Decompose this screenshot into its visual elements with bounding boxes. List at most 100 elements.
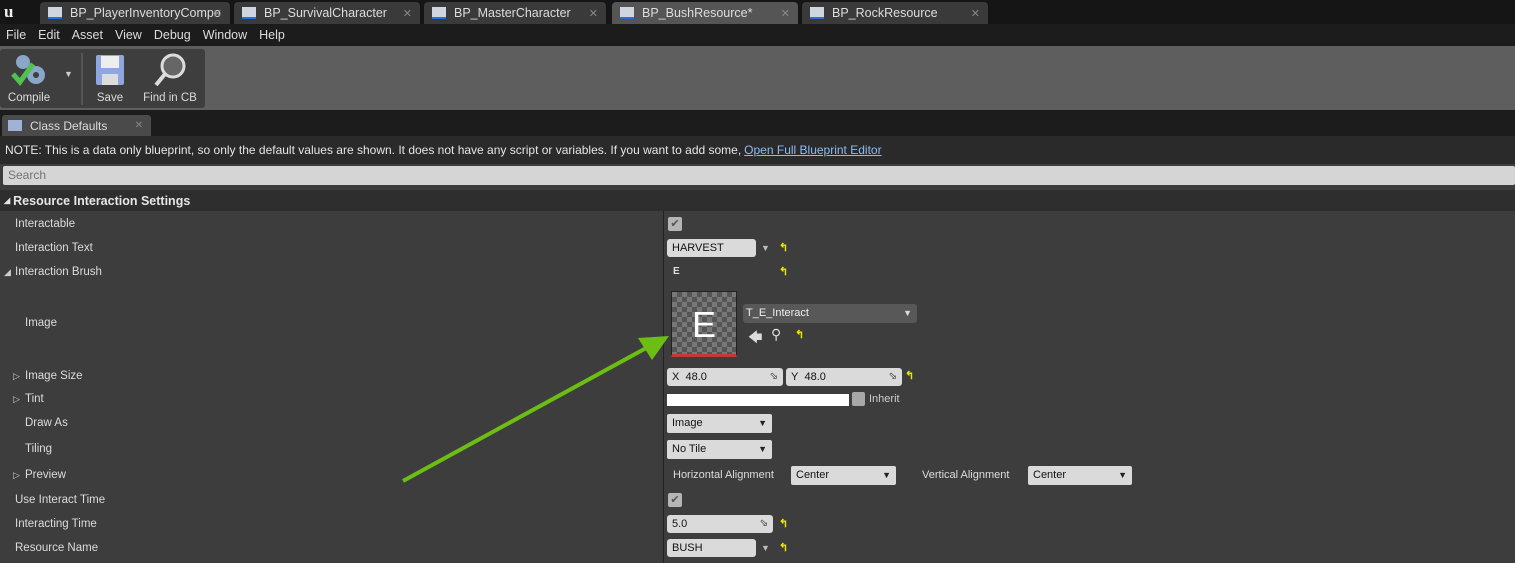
menu-view[interactable]: View <box>109 28 148 42</box>
chevron-down-icon: ▼ <box>903 308 912 318</box>
tint-color-swatch[interactable] <box>667 394 849 406</box>
toolbar-divider <box>81 53 83 105</box>
open-full-blueprint-editor-link[interactable]: Open Full Blueprint Editor <box>744 143 881 157</box>
close-icon[interactable]: ✕ <box>589 7 598 20</box>
save-button[interactable]: Save <box>88 49 132 108</box>
blueprint-icon <box>242 7 256 19</box>
reset-to-default-icon[interactable]: ↰ <box>905 369 914 382</box>
tab-label: BP_MasterCharacter <box>454 6 571 20</box>
menu-asset[interactable]: Asset <box>66 28 109 42</box>
draw-as-dropdown[interactable]: Image ▼ <box>667 414 772 433</box>
tiling-value: No Tile <box>672 443 707 455</box>
browse-magnifier-icon[interactable]: ⚲ <box>771 326 781 343</box>
category-label: Resource Interaction Settings <box>13 193 191 208</box>
menu-edit[interactable]: Edit <box>32 28 66 42</box>
note-text: NOTE: This is a data only blueprint, so … <box>5 143 742 157</box>
find-label: Find in CB <box>143 92 197 104</box>
toolbar-group: Compile ▼ Save Find in CB <box>0 49 205 108</box>
horizontal-alignment-dropdown[interactable]: Center ▼ <box>791 466 896 485</box>
menu-debug[interactable]: Debug <box>148 28 197 42</box>
reset-to-default-icon[interactable]: ↰ <box>779 541 788 554</box>
image-size-y-field[interactable]: Y 48.0 ⬂ <box>786 368 902 386</box>
interacting-time-value: 5.0 <box>672 518 688 530</box>
tab-bp-playerinventory[interactable]: BP_PlayerInventoryCompo ✕ <box>40 2 230 24</box>
class-defaults-icon <box>8 120 22 131</box>
interactable-checkbox[interactable]: ✔ <box>668 217 682 231</box>
interaction-text-field[interactable]: HARVEST <box>667 239 756 257</box>
reset-to-default-icon[interactable]: ↰ <box>779 241 788 254</box>
tab-label: BP_SurvivalCharacter <box>264 6 387 20</box>
category-header[interactable]: ◢ Resource Interaction Settings <box>0 190 1515 211</box>
tab-label: Class Defaults <box>30 118 108 133</box>
vertical-alignment-value: Center <box>1033 469 1067 481</box>
close-icon[interactable]: ✕ <box>213 7 222 20</box>
vertical-alignment-dropdown[interactable]: Center ▼ <box>1028 466 1132 485</box>
interacting-time-label: Interacting Time <box>15 518 97 530</box>
tiling-label: Tiling <box>25 443 53 455</box>
close-icon[interactable]: ✕ <box>781 7 790 20</box>
expand-triangle-icon[interactable]: ▷ <box>13 394 20 405</box>
horizontal-alignment-label: Horizontal Alignment <box>673 469 774 481</box>
compile-button[interactable]: Compile <box>0 49 58 108</box>
drag-resize-icon: ⬂ <box>769 371 778 382</box>
interaction-text-label: Interaction Text <box>15 242 93 254</box>
menu-window[interactable]: Window <box>197 28 253 42</box>
interacting-time-field[interactable]: 5.0 ⬂ <box>667 515 773 533</box>
expand-triangle-icon[interactable]: ▷ <box>13 371 20 382</box>
close-icon[interactable]: ✕ <box>971 7 980 20</box>
resource-name-field[interactable]: BUSH <box>667 539 756 557</box>
asset-picker-combo[interactable]: T_E_Interact ▼ <box>743 304 917 323</box>
reset-to-default-icon[interactable]: ↰ <box>779 517 788 530</box>
chevron-down-icon: ▼ <box>758 444 767 454</box>
unreal-logo: u <box>4 2 14 21</box>
tab-class-defaults[interactable]: Class Defaults ✕ <box>2 115 151 136</box>
image-thumbnail[interactable]: E <box>671 291 737 357</box>
chevron-down-icon: ▼ <box>882 470 891 480</box>
blueprint-icon <box>432 7 446 19</box>
save-floppy-icon <box>96 55 124 85</box>
use-selected-arrow-icon[interactable]: 🡄 <box>748 327 762 351</box>
data-only-note: NOTE: This is a data only blueprint, so … <box>0 136 1515 164</box>
collapse-triangle-icon[interactable]: ◢ <box>4 267 11 278</box>
compile-gears-icon <box>11 55 45 87</box>
search-input[interactable] <box>3 166 1515 185</box>
close-icon[interactable]: ✕ <box>135 120 143 131</box>
x-value: 48.0 <box>685 371 707 383</box>
chevron-down-icon[interactable]: ▼ <box>761 243 770 253</box>
image-size-label: Image Size <box>25 370 83 382</box>
tab-label: BP_PlayerInventoryCompo <box>70 6 221 20</box>
menu-help[interactable]: Help <box>253 28 291 42</box>
tab-bp-mastercharacter[interactable]: BP_MasterCharacter ✕ <box>424 2 606 24</box>
image-size-x-field[interactable]: X 48.0 ⬂ <box>667 368 783 386</box>
close-icon[interactable]: ✕ <box>403 7 412 20</box>
use-interact-time-label: Use Interact Time <box>15 494 106 506</box>
vertical-alignment-label: Vertical Alignment <box>922 469 1010 481</box>
tab-bp-bushresource[interactable]: BP_BushResource* ✕ <box>612 2 798 24</box>
reset-to-default-icon[interactable]: ↰ <box>795 328 804 341</box>
compile-label: Compile <box>7 92 51 104</box>
tab-bp-rockresource[interactable]: BP_RockResource ✕ <box>802 2 988 24</box>
drag-resize-icon: ⬂ <box>888 371 897 382</box>
draw-as-label: Draw As <box>25 417 68 429</box>
resource-name-label: Resource Name <box>15 542 99 554</box>
draw-as-value: Image <box>672 417 703 429</box>
use-interact-time-checkbox[interactable]: ✔ <box>668 493 682 507</box>
expand-triangle-icon[interactable]: ▷ <box>13 470 20 481</box>
inherit-checkbox[interactable] <box>852 392 865 406</box>
compile-options-arrow[interactable]: ▼ <box>64 69 73 79</box>
chevron-down-icon[interactable]: ▼ <box>761 543 770 553</box>
column-splitter[interactable] <box>663 211 664 563</box>
tiling-dropdown[interactable]: No Tile ▼ <box>667 440 772 459</box>
preview-label: Preview <box>25 469 66 481</box>
y-value: 48.0 <box>804 371 826 383</box>
blueprint-icon <box>48 7 62 19</box>
reset-to-default-icon[interactable]: ↰ <box>779 265 788 278</box>
tab-label: BP_RockResource <box>832 6 938 20</box>
y-axis-label: Y <box>791 371 799 383</box>
chevron-down-icon: ▼ <box>758 418 767 428</box>
menu-file[interactable]: File <box>0 28 32 42</box>
magnifier-icon <box>154 53 186 87</box>
x-axis-label: X <box>672 371 680 383</box>
find-in-cb-button[interactable]: Find in CB <box>138 49 202 108</box>
tab-bp-survivalcharacter[interactable]: BP_SurvivalCharacter ✕ <box>234 2 420 24</box>
